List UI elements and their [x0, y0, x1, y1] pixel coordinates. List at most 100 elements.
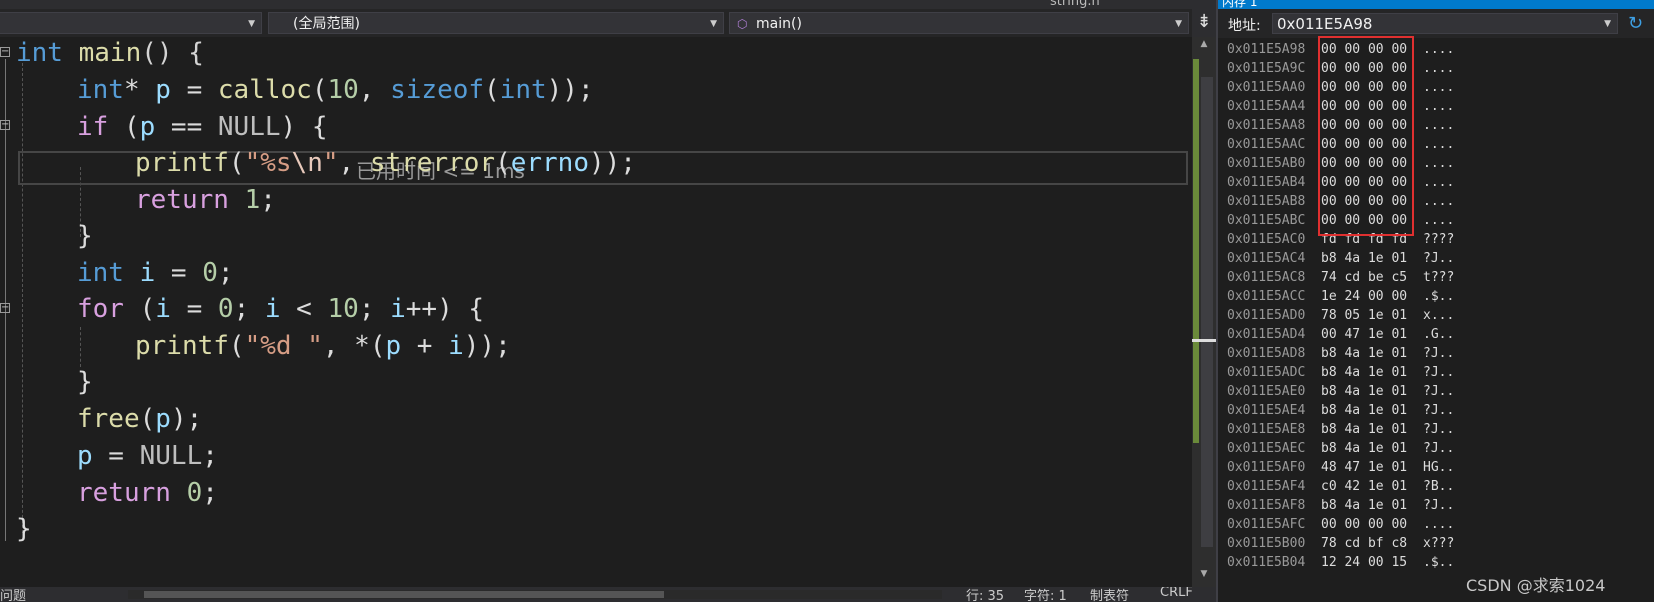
memory-row[interactable]: 0x011E5AC8 74 cd be c5 t???: [1227, 268, 1454, 288]
memory-row[interactable]: 0x011E5AA8 00 00 00 00....: [1227, 116, 1454, 136]
memory-ascii: x???: [1423, 536, 1455, 551]
horizontal-scrollbar[interactable]: [128, 590, 942, 599]
memory-ascii: ?J..: [1423, 251, 1455, 266]
code-area[interactable]: − − − int main() { int* p = calloc(10, s…: [0, 37, 1192, 587]
memory-row[interactable]: 0x011E5AD0 78 05 1e 01 x...: [1227, 306, 1454, 326]
memory-bytes: b8 4a 1e 01: [1321, 251, 1408, 266]
memory-ascii: .G..: [1423, 327, 1455, 342]
scroll-down-icon[interactable]: ▼: [1192, 569, 1216, 579]
memory-ascii: ????: [1423, 232, 1455, 247]
vertical-scrollbar[interactable]: ▲ ▼: [1192, 37, 1216, 587]
memory-address: 0x011E5AC4: [1227, 251, 1306, 266]
memory-window-title[interactable]: 内存 1: [1218, 0, 1654, 9]
memory-row[interactable]: 0x011E5A9C 00 00 00 00....: [1227, 59, 1454, 79]
code-line: int i = 0;: [77, 258, 234, 288]
memory-row[interactable]: 0x011E5AC4 b8 4a 1e 01 ?J..: [1227, 249, 1454, 269]
navigation-bar: ▼ (全局范围) ▼ ⬡ main() ▼: [0, 9, 1192, 37]
code-line: printf("%d ", *(p + i));: [135, 331, 511, 361]
memory-row[interactable]: 0x011E5AF4 c0 42 1e 01 ?B..: [1227, 477, 1454, 497]
refresh-icon[interactable]: ↻: [1628, 13, 1643, 34]
memory-row[interactable]: 0x011E5ACC 1e 24 00 00 .$..: [1227, 287, 1454, 307]
memory-address: 0x011E5AE0: [1227, 384, 1306, 399]
document-tab-strip: string.h: [0, 0, 1216, 9]
memory-address: 0x011E5AB4: [1227, 175, 1306, 190]
memory-row[interactable]: 0x011E5AAC 00 00 00 00....: [1227, 135, 1454, 155]
memory-address: 0x011E5AB8: [1227, 194, 1306, 209]
memory-address: 0x011E5AA8: [1227, 118, 1306, 133]
function-combo[interactable]: ⬡ main() ▼: [729, 12, 1189, 34]
collapse-icon[interactable]: −: [0, 303, 10, 313]
memory-row[interactable]: 0x011E5B04 12 24 00 15 .$..: [1227, 553, 1454, 573]
memory-ascii: ....: [1423, 118, 1455, 133]
memory-row[interactable]: 0x011E5AF8 b8 4a 1e 01 ?J..: [1227, 496, 1454, 516]
memory-address: 0x011E5AA4: [1227, 99, 1306, 114]
memory-row[interactable]: 0x011E5AB0 00 00 00 00....: [1227, 154, 1454, 174]
memory-address: 0x011E5AB0: [1227, 156, 1306, 171]
memory-address: 0x011E5AFC: [1227, 517, 1306, 532]
problems-label[interactable]: 问题: [0, 587, 26, 602]
memory-row[interactable]: 0x011E5AB8 00 00 00 00....: [1227, 192, 1454, 212]
memory-address: 0x011E5AC8: [1227, 270, 1306, 285]
memory-address: 0x011E5AF0: [1227, 460, 1306, 475]
memory-ascii: ?J..: [1423, 403, 1455, 418]
memory-row[interactable]: 0x011E5AFC 00 00 00 00....: [1227, 515, 1454, 535]
memory-row[interactable]: 0x011E5AD4 00 47 1e 01 .G..: [1227, 325, 1454, 345]
split-view-icon[interactable]: ⇟: [1192, 9, 1216, 37]
memory-ascii: x...: [1423, 308, 1455, 323]
code-line: int* p = calloc(10, sizeof(int));: [77, 75, 594, 105]
scope-combo[interactable]: (全局范围) ▼: [268, 12, 724, 34]
memory-address: 0x011E5AE8: [1227, 422, 1306, 437]
memory-row[interactable]: 0x011E5AB4 00 00 00 00....: [1227, 173, 1454, 193]
memory-ascii: ?J..: [1423, 441, 1455, 456]
indent-guide: [80, 327, 81, 367]
memory-row[interactable]: 0x011E5AF0 48 47 1e 01 HG..: [1227, 458, 1454, 478]
memory-address: 0x011E5AF4: [1227, 479, 1306, 494]
memory-address: 0x011E5ADC: [1227, 365, 1306, 380]
memory-address: 0x011E5AAC: [1227, 137, 1306, 152]
collapse-icon[interactable]: −: [0, 120, 10, 130]
tab-string-h[interactable]: string.h: [1050, 0, 1100, 9]
eol-indicator[interactable]: CRLF: [1160, 587, 1193, 600]
address-label: 地址:: [1228, 18, 1261, 34]
memory-address: 0x011E5B04: [1227, 555, 1306, 570]
memory-row[interactable]: 0x011E5AE0 b8 4a 1e 01 ?J..: [1227, 382, 1454, 402]
fold-line: [5, 59, 6, 541]
chevron-down-icon: ▼: [248, 19, 255, 29]
chevron-down-icon: ▼: [710, 19, 717, 29]
memory-row[interactable]: 0x011E5ABC 00 00 00 00....: [1227, 211, 1454, 231]
memory-bytes: 74 cd be c5: [1321, 270, 1408, 285]
tabs-indicator[interactable]: 制表符: [1090, 587, 1129, 602]
code-line: return 1;: [135, 185, 276, 215]
memory-address: 0x011E5AF8: [1227, 498, 1306, 513]
memory-bytes: b8 4a 1e 01: [1321, 365, 1408, 380]
memory-row[interactable]: 0x011E5AA4 00 00 00 00....: [1227, 97, 1454, 117]
memory-ascii: .$..: [1423, 555, 1455, 570]
line-indicator: 行: 35: [966, 589, 1005, 602]
scroll-up-icon[interactable]: ▲: [1192, 39, 1216, 49]
chevron-down-icon: ▼: [1175, 19, 1182, 29]
memory-row[interactable]: 0x011E5B00 78 cd bf c8 x???: [1227, 534, 1454, 554]
memory-ascii: t???: [1423, 270, 1455, 285]
code-editor[interactable]: string.h ▼ (全局范围) ▼ ⬡ main() ▼ ⇟ − − − i…: [0, 0, 1216, 602]
memory-row[interactable]: 0x011E5AA0 00 00 00 00....: [1227, 78, 1454, 98]
memory-row[interactable]: 0x011E5AEC b8 4a 1e 01 ?J..: [1227, 439, 1454, 459]
change-marker: [1193, 59, 1199, 443]
scroll-thumb[interactable]: [1201, 77, 1213, 547]
chevron-down-icon[interactable]: ▼: [1604, 14, 1611, 34]
memory-address: 0x011E5AD0: [1227, 308, 1306, 323]
memory-row[interactable]: 0x011E5AC0 fd fd fd fd????: [1227, 230, 1454, 250]
memory-bytes: 48 47 1e 01: [1321, 460, 1408, 475]
collapse-icon[interactable]: −: [0, 47, 10, 57]
memory-address: 0x011E5A98: [1227, 42, 1306, 57]
memory-row[interactable]: 0x011E5AE8 b8 4a 1e 01 ?J..: [1227, 420, 1454, 440]
memory-row[interactable]: 0x011E5AE4 b8 4a 1e 01 ?J..: [1227, 401, 1454, 421]
code-line: }: [77, 221, 93, 251]
horizontal-scroll-thumb[interactable]: [144, 591, 664, 598]
memory-row[interactable]: 0x011E5ADC b8 4a 1e 01 ?J..: [1227, 363, 1454, 383]
memory-row[interactable]: 0x011E5A98 00 00 00 00....: [1227, 40, 1454, 60]
memory-address: 0x011E5AD8: [1227, 346, 1306, 361]
address-input[interactable]: 0x011E5A98 ▼: [1272, 13, 1618, 34]
memory-ascii: ?B..: [1423, 479, 1455, 494]
project-combo[interactable]: ▼: [0, 12, 262, 34]
memory-row[interactable]: 0x011E5AD8 b8 4a 1e 01 ?J..: [1227, 344, 1454, 364]
